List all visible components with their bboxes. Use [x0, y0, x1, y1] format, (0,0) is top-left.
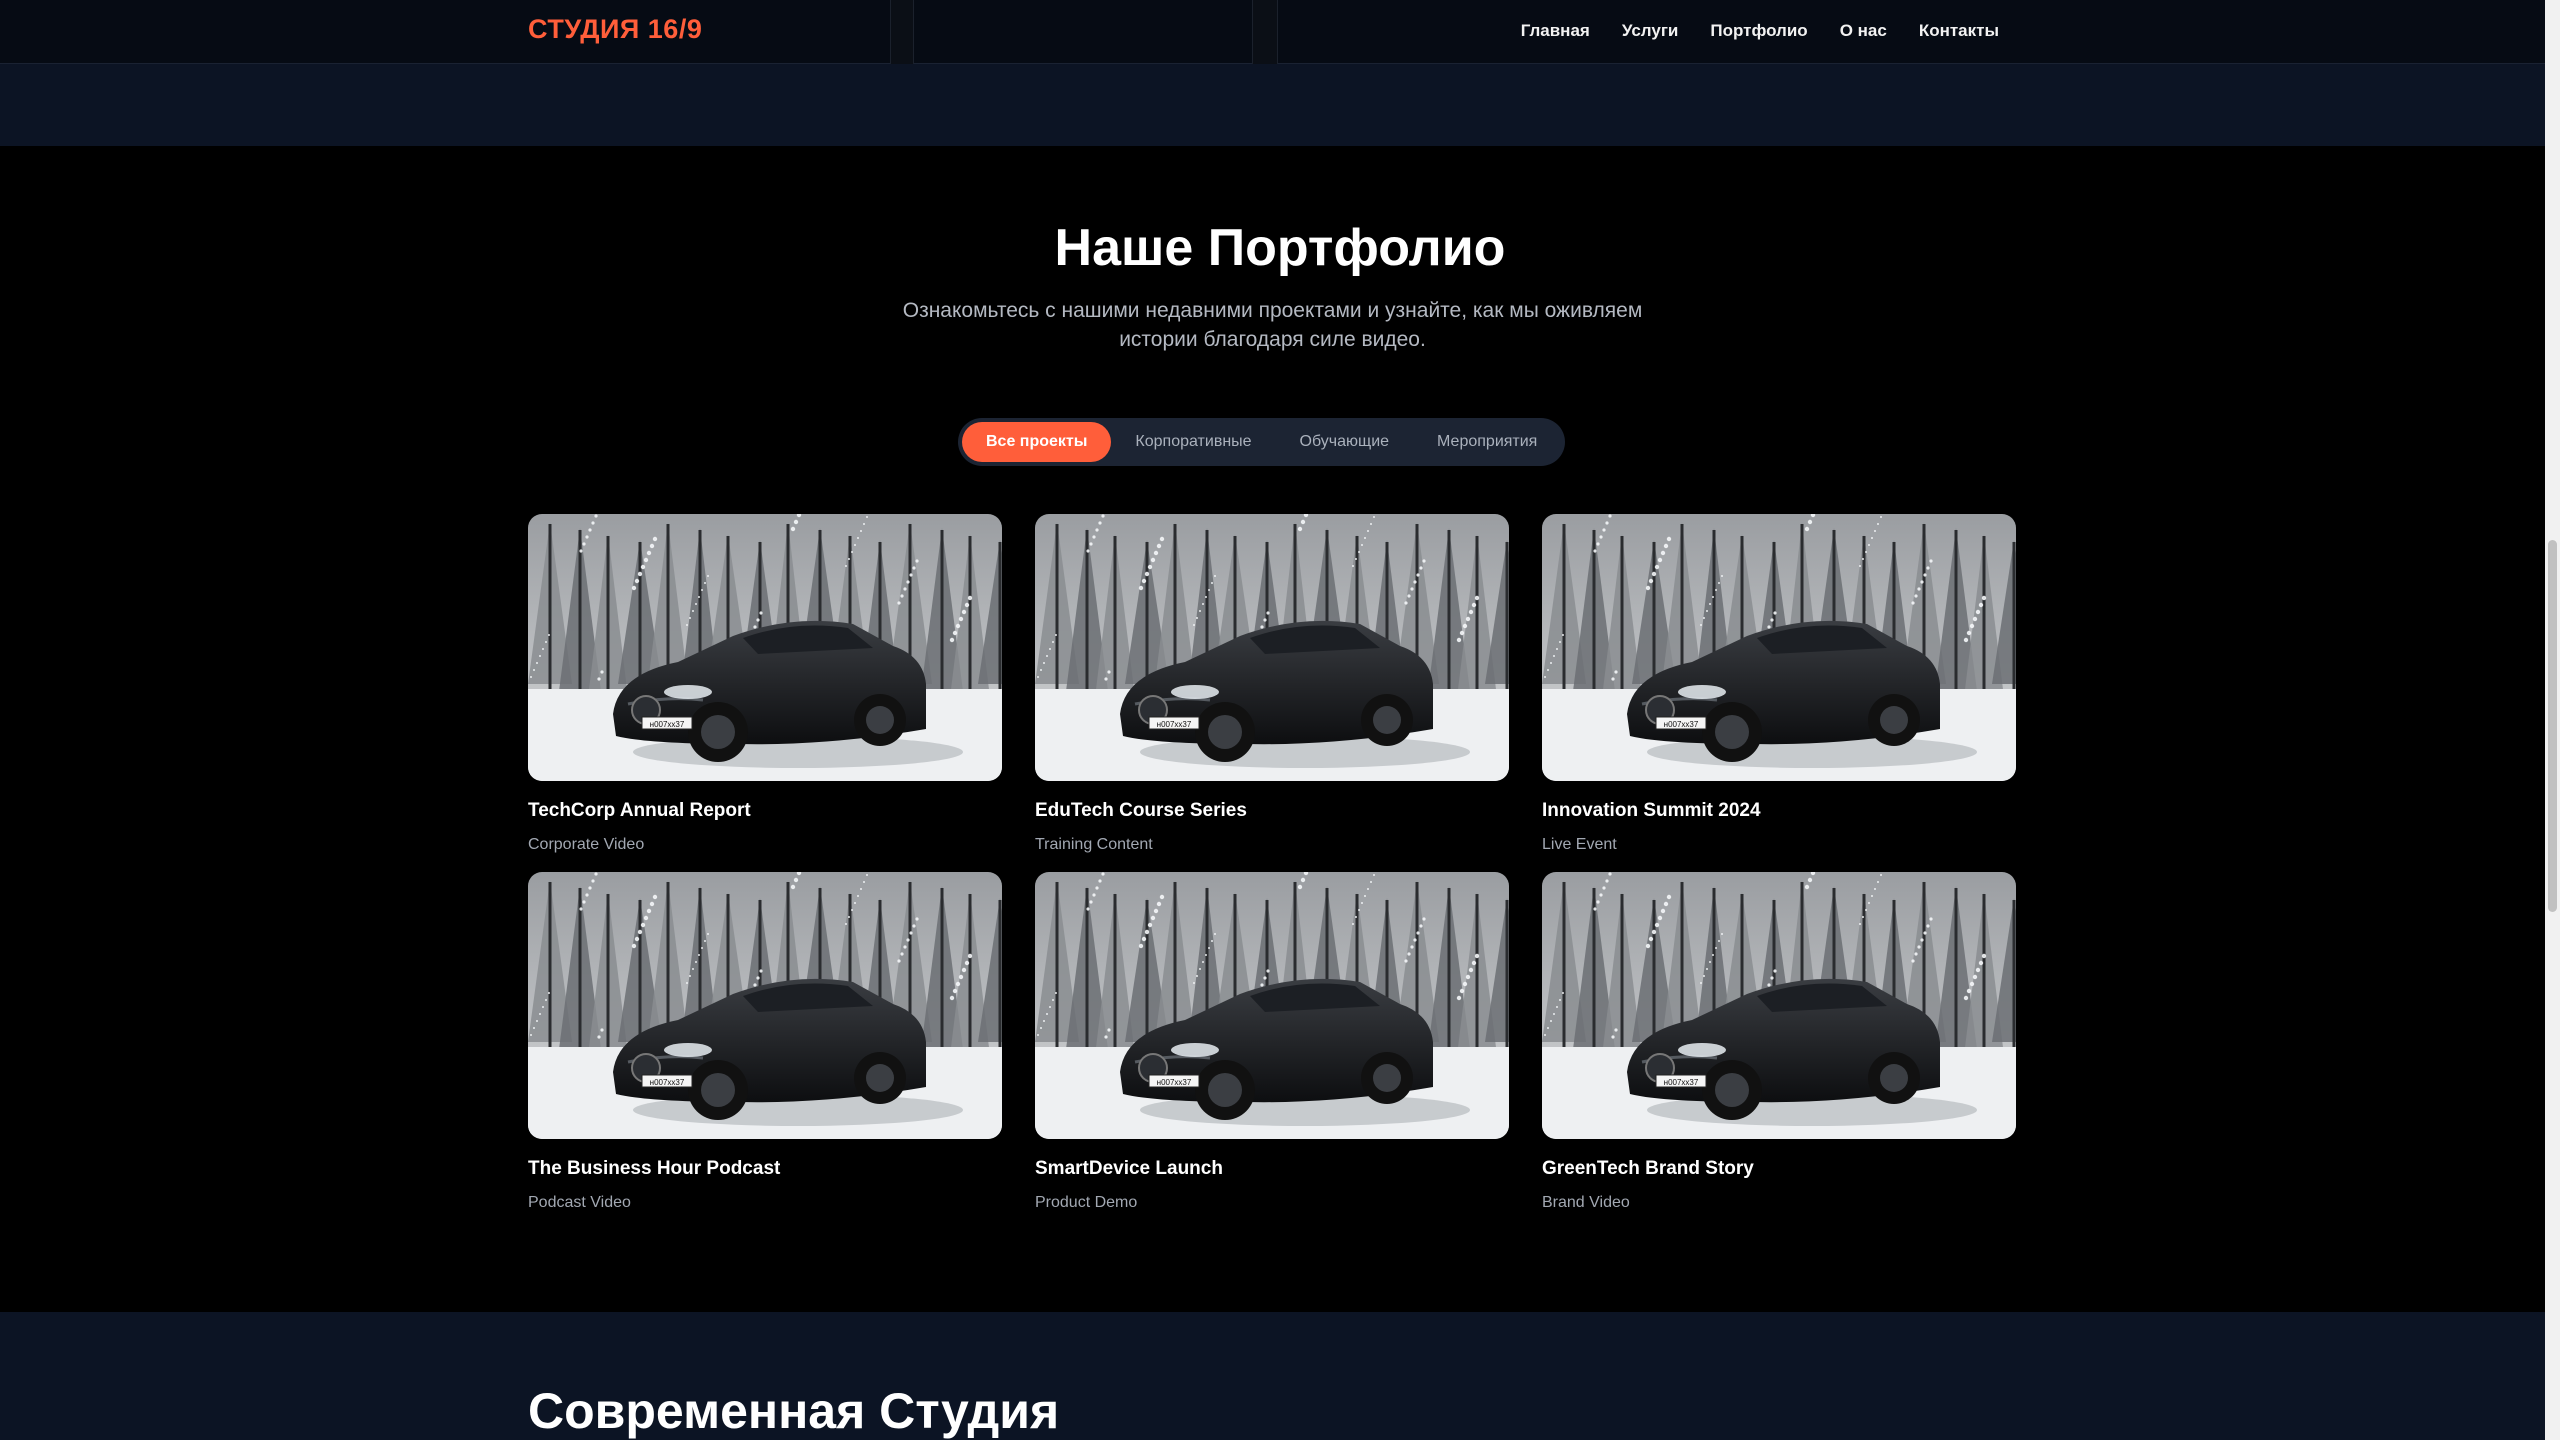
page: СТУДИЯ 16/9 Главная Услуги Портфолио О н… — [0, 0, 2560, 1440]
car-photo-image: н007хх37 — [1542, 872, 2016, 1139]
filter-tab-corporate[interactable]: Корпоративные — [1111, 422, 1275, 462]
svg-text:н007хх37: н007хх37 — [1157, 720, 1192, 729]
page-scrollbar[interactable] — [2545, 0, 2560, 1440]
top-navbar: СТУДИЯ 16/9 Главная Услуги Портфолио О н… — [0, 0, 2545, 64]
portfolio-subtitle: Ознакомьтесь с нашими недавними проектам… — [902, 299, 1643, 351]
project-title: EduTech Course Series — [1035, 800, 1247, 821]
scrollbar-thumb[interactable] — [2548, 540, 2557, 912]
project-thumbnail[interactable]: н007хх37 — [528, 514, 1002, 781]
nav-underlay-shape — [1252, 0, 1278, 64]
portfolio-card[interactable]: н007хх37 EduTech Course Series Training … — [1035, 514, 1509, 854]
nav-link-contacts[interactable]: Контакты — [1919, 21, 1999, 41]
car-photo-image: н007хх37 — [1542, 514, 2016, 781]
project-title: SmartDevice Launch — [1035, 1158, 1223, 1179]
filter-tab-all[interactable]: Все проекты — [962, 422, 1112, 462]
svg-text:н007хх37: н007хх37 — [1157, 1078, 1192, 1087]
previous-section-end — [0, 64, 2545, 146]
svg-text:н007хх37: н007хх37 — [650, 720, 685, 729]
portfolio-card[interactable]: н007хх37 SmartDevice Launch Product Demo — [1035, 872, 1509, 1212]
portfolio-title: Наше Портфолио — [1054, 219, 1506, 277]
site-logo[interactable]: СТУДИЯ 16/9 — [528, 14, 702, 45]
nav-link-portfolio[interactable]: Портфолио — [1710, 21, 1807, 41]
project-title: GreenTech Brand Story — [1542, 1158, 1754, 1179]
nav-link-about[interactable]: О нас — [1840, 21, 1887, 41]
portfolio-card[interactable]: н007хх37 GreenTech Brand Story Brand Vid… — [1542, 872, 2016, 1212]
project-category: Corporate Video — [528, 836, 645, 853]
main-nav: Главная Услуги Портфолио О нас Контакты — [1521, 21, 1999, 41]
studio-section-title: Современная Студия — [528, 1383, 1060, 1439]
project-category: Training Content — [1035, 836, 1153, 853]
portfolio-card[interactable]: н007хх37 TechCorp Annual Report Corporat… — [528, 514, 1002, 854]
project-title: The Business Hour Podcast — [528, 1158, 781, 1179]
project-thumbnail[interactable]: н007хх37 — [1542, 514, 2016, 781]
car-photo-image: н007хх37 — [528, 872, 1002, 1139]
project-category: Live Event — [1542, 836, 1617, 853]
project-title: TechCorp Annual Report — [528, 800, 751, 821]
project-thumbnail[interactable]: н007хх37 — [528, 872, 1002, 1139]
project-thumbnail[interactable]: н007хх37 — [1035, 872, 1509, 1139]
nav-link-services[interactable]: Услуги — [1622, 21, 1679, 41]
project-category: Podcast Video — [528, 1194, 631, 1211]
car-photo-image: н007хх37 — [1035, 514, 1509, 781]
nav-link-home[interactable]: Главная — [1521, 21, 1590, 41]
nav-underlay-shape — [890, 0, 914, 64]
portfolio-filter-tabs: Все проекты Корпоративные Обучающие Меро… — [958, 418, 1566, 466]
portfolio-grid: н007хх37 TechCorp Annual Report Corporat… — [528, 514, 2016, 1212]
filter-tab-events[interactable]: Мероприятия — [1413, 422, 1561, 462]
svg-text:н007хх37: н007хх37 — [1664, 720, 1699, 729]
project-thumbnail[interactable]: н007хх37 — [1035, 514, 1509, 781]
svg-text:н007хх37: н007хх37 — [1664, 1078, 1699, 1087]
svg-text:н007хх37: н007хх37 — [650, 1078, 685, 1087]
project-title: Innovation Summit 2024 — [1542, 800, 1761, 821]
project-category: Brand Video — [1542, 1194, 1630, 1211]
portfolio-card[interactable]: н007хх37 The Business Hour Podcast Podca… — [528, 872, 1002, 1212]
portfolio-card[interactable]: н007хх37 Innovation Summit 2024 Live Eve… — [1542, 514, 2016, 854]
car-photo-image: н007хх37 — [528, 514, 1002, 781]
car-photo-image: н007хх37 — [1035, 872, 1509, 1139]
project-thumbnail[interactable]: н007хх37 — [1542, 872, 2016, 1139]
project-category: Product Demo — [1035, 1194, 1138, 1211]
filter-tab-training[interactable]: Обучающие — [1276, 422, 1414, 462]
studio-section — [0, 1312, 2545, 1440]
